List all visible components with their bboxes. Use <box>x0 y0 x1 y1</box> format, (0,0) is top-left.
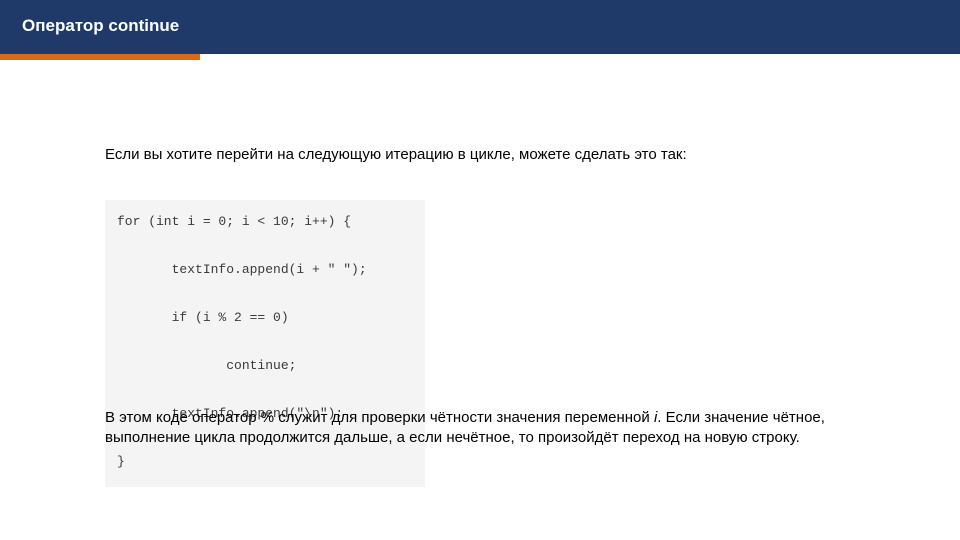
outro-text: В этом коде оператор % служит для провер… <box>105 409 654 426</box>
outro-paragraph: В этом коде оператор % служит для провер… <box>105 408 865 449</box>
code-line: if (i % 2 == 0) <box>117 310 289 325</box>
code-line: continue; <box>117 358 296 373</box>
slide: Оператор continue Если вы хотите перейти… <box>0 0 960 540</box>
code-line: } <box>117 454 125 469</box>
code-line: textInfo.append(i + " "); <box>117 262 367 277</box>
code-line: for (int i = 0; i < 10; i++) { <box>117 214 351 229</box>
accent-bar <box>0 54 200 60</box>
slide-title: Оператор continue <box>22 16 179 36</box>
header-bar: Оператор continue <box>0 0 960 54</box>
intro-paragraph: Если вы хотите перейти на следующую итер… <box>105 145 825 165</box>
